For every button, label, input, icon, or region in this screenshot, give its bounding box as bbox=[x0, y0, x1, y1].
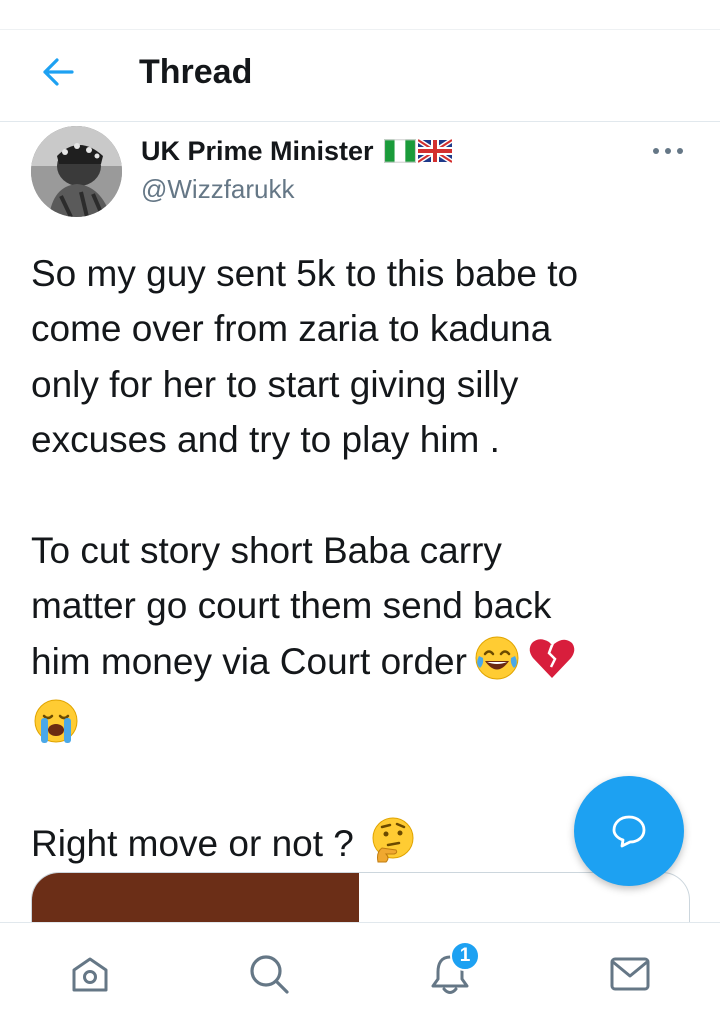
tweet-line: excuses and try to play him . bbox=[31, 419, 500, 461]
page-title: Thread bbox=[139, 53, 253, 91]
tweet-line: Right move or not ? bbox=[31, 823, 354, 865]
tweet-line: him money via Court order bbox=[31, 640, 467, 682]
search-icon bbox=[250, 955, 289, 994]
thinking-face-emoji bbox=[368, 816, 418, 879]
status-bar bbox=[0, 0, 720, 30]
mail-icon bbox=[610, 957, 650, 991]
face-with-tears-of-joy-emoji bbox=[473, 634, 521, 697]
uk-flag-icon bbox=[417, 139, 452, 163]
avatar-image bbox=[31, 126, 122, 217]
more-options-button[interactable] bbox=[646, 136, 690, 166]
avatar[interactable] bbox=[31, 126, 122, 217]
reply-fab-button[interactable] bbox=[574, 776, 684, 886]
tweet-line: matter go court them send back bbox=[31, 585, 552, 627]
bottom-nav: 1 bbox=[0, 922, 720, 1023]
thread-header: Thread bbox=[0, 30, 720, 122]
arrow-left-icon bbox=[43, 58, 74, 86]
tweet-line-with-emoji: him money via Court order bbox=[31, 634, 681, 697]
tweet-line: only for her to start giving silly bbox=[31, 363, 519, 405]
tweet-line: To cut story short Baba carry bbox=[31, 530, 502, 572]
more-horizontal-icon bbox=[653, 148, 683, 154]
chat-bubble-icon bbox=[612, 815, 646, 848]
flags bbox=[383, 139, 452, 163]
emoji-line bbox=[31, 697, 681, 760]
home-icon bbox=[72, 957, 108, 992]
tweet-line: come over from zaria to kaduna bbox=[31, 308, 552, 350]
back-button[interactable] bbox=[30, 50, 86, 94]
nav-messages[interactable] bbox=[605, 949, 655, 999]
nav-search[interactable] bbox=[244, 949, 294, 999]
media-image[interactable] bbox=[32, 873, 359, 922]
loudly-crying-face-emoji bbox=[31, 697, 81, 760]
nigeria-flag-icon bbox=[383, 139, 416, 163]
display-name-text: UK Prime Minister bbox=[141, 136, 374, 166]
tweet-line: So my guy sent 5k to this babe to bbox=[31, 253, 579, 294]
nav-home[interactable] bbox=[65, 949, 115, 999]
broken-heart-emoji bbox=[527, 634, 577, 697]
tweet-text: So my guy sent 5k to this babe to come o… bbox=[31, 246, 681, 879]
author-handle[interactable]: @Wizzfarukk bbox=[141, 172, 295, 206]
notification-count-badge: 1 bbox=[450, 941, 480, 971]
author-name[interactable]: UK Prime Minister bbox=[141, 134, 452, 168]
media-card[interactable] bbox=[31, 872, 690, 922]
